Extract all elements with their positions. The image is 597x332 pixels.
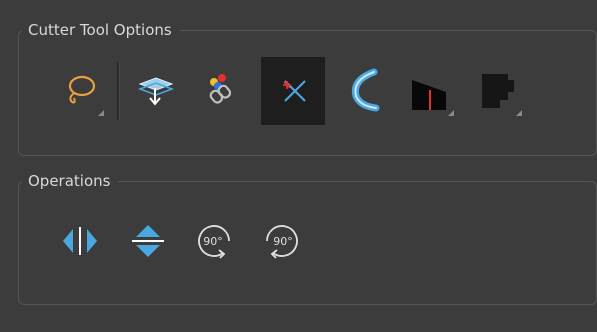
rotate-cw-label: 90° [203,235,223,248]
auto-fill-button[interactable] [402,58,460,122]
cut-cross-icon [283,80,306,102]
flip-vertical-icon [132,225,164,257]
rotate-cw-icon: 90° [198,225,230,259]
apply-to-layers-below-button[interactable] [126,58,184,122]
cutter-tool-panel: Cutter Tool Options Operations 90° 90° [0,0,597,332]
toolbar-separator [117,62,120,120]
auto-fill-options-indicator [448,110,454,116]
color-link-icon [209,74,232,104]
rotate-90-cw-button[interactable]: 90° [193,219,237,263]
flip-horizontal-icon [63,227,97,255]
cutter-tool-options-title: Cutter Tool Options [22,21,180,39]
layers-down-icon [137,77,175,106]
rotate-ccw-icon: 90° [266,225,298,259]
shape-options-indicator [516,110,522,116]
rotate-ccw-label: 90° [273,235,293,248]
lasso-button[interactable] [52,58,110,122]
lasso-options-indicator [98,110,104,116]
operations-group [18,181,597,305]
link-colors-button[interactable] [192,58,250,122]
flip-horizontal-button[interactable] [58,219,102,263]
smooth-button[interactable] [336,58,394,122]
flip-vertical-button[interactable] [126,219,170,263]
cutter-mode-button[interactable] [261,57,325,125]
shape-button[interactable] [470,58,528,122]
smooth-curve-icon [351,68,380,112]
operations-title: Operations [22,172,119,190]
rotate-90-ccw-button[interactable]: 90° [259,219,303,263]
